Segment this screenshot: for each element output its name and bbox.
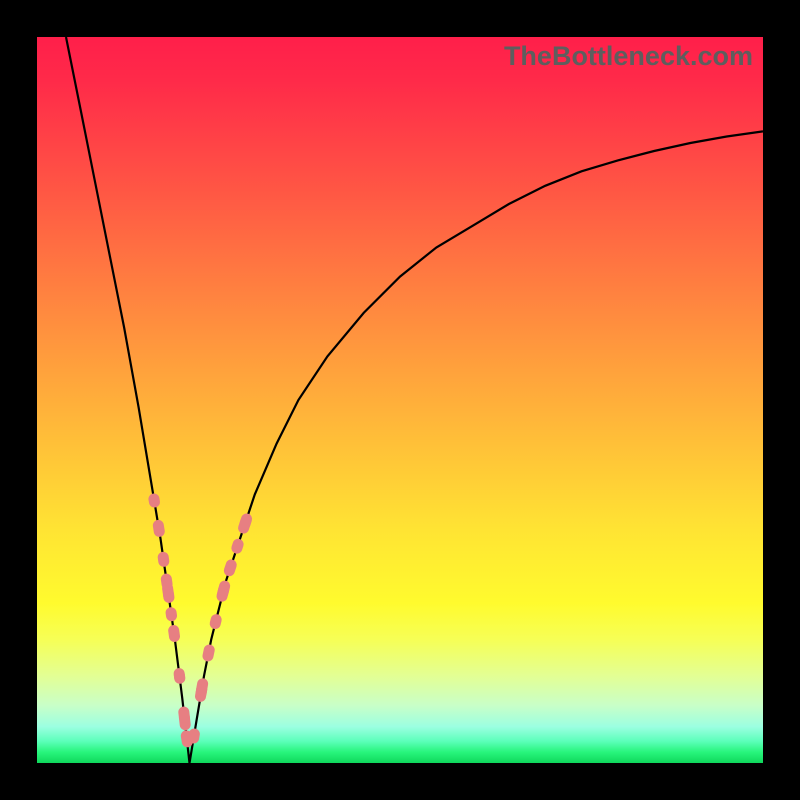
- curve-bead: [152, 519, 166, 538]
- curve-bead: [157, 551, 170, 567]
- bottleneck-curve: [66, 37, 763, 763]
- plot-area: TheBottleneck.com: [37, 37, 763, 763]
- curve-bead: [168, 624, 181, 642]
- curve-bead: [222, 558, 238, 578]
- curve-layer: [37, 37, 763, 763]
- curve-bead: [165, 607, 178, 622]
- curve-bead: [148, 493, 161, 509]
- curve-bead: [201, 644, 215, 663]
- chart-frame: TheBottleneck.com: [0, 0, 800, 800]
- curve-bead: [209, 613, 223, 630]
- curve-bead: [230, 537, 245, 555]
- watermark-text: TheBottleneck.com: [504, 41, 753, 72]
- bead-group: [148, 493, 254, 748]
